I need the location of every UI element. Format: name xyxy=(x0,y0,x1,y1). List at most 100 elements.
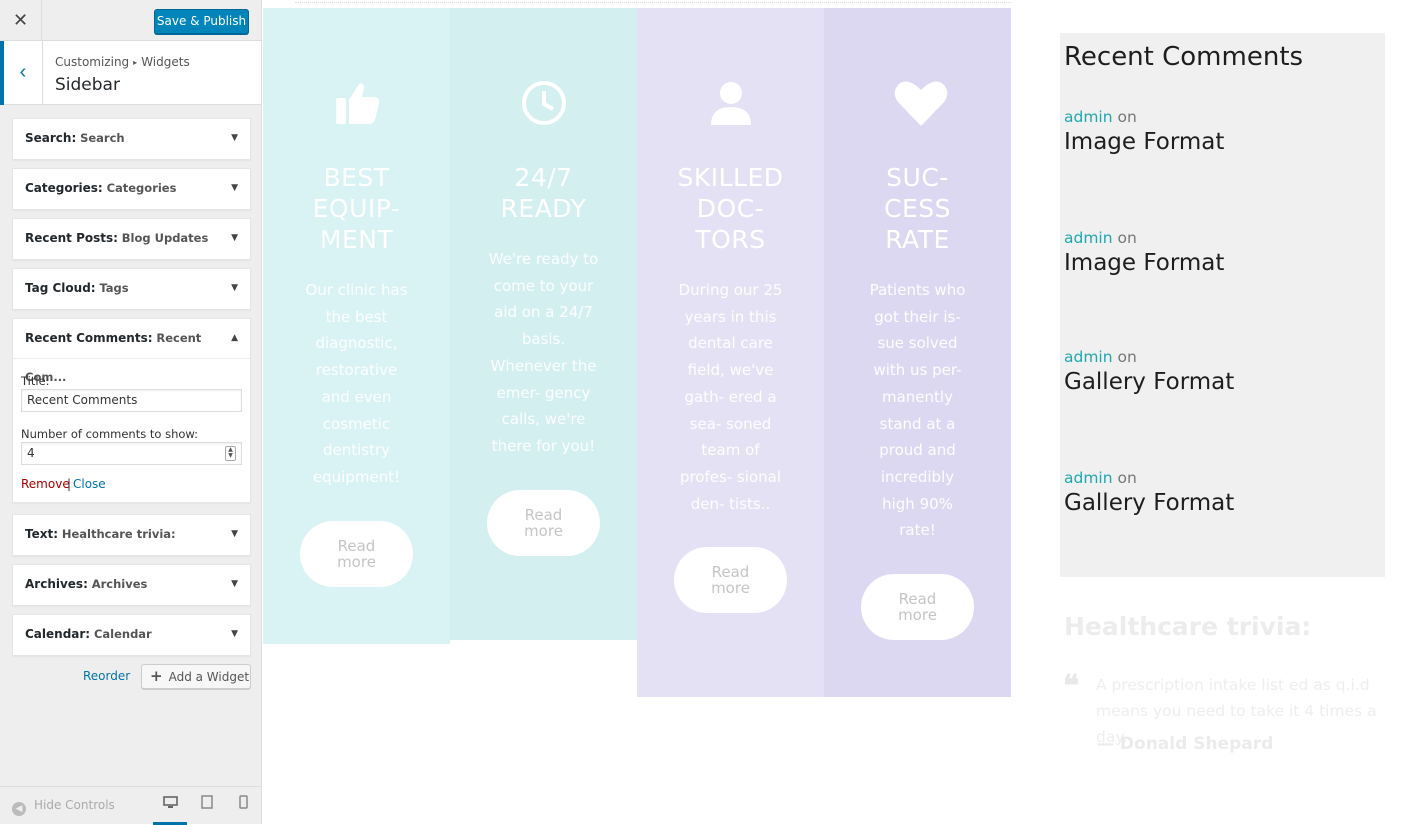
feature-column: 24/7 READY We're ready to come to your ai… xyxy=(450,8,637,640)
widget-header[interactable]: Recent Posts: Blog Updates ▼ xyxy=(13,219,250,259)
customizer-panel: ✕ Save & Publish ‹ Customizing ▸ Widgets S… xyxy=(0,0,262,825)
expand-arrow-icon[interactable]: ▼ xyxy=(231,269,238,308)
widget-title: Healthcare trivia: xyxy=(61,527,176,541)
feature-column: SUC- CESS RATE Patients who got their is- … xyxy=(824,8,1011,697)
collapse-arrow-icon[interactable]: ▲ xyxy=(231,319,238,358)
hide-controls-button[interactable]: ◀ Hide Controls xyxy=(12,798,115,816)
mobile-icon[interactable] xyxy=(226,787,260,825)
widget-calendar[interactable]: Calendar: Calendar ▼ xyxy=(12,614,251,656)
expand-arrow-icon[interactable]: ▼ xyxy=(231,615,238,654)
comment-post-link[interactable]: Image Format xyxy=(1064,129,1224,155)
widget-header[interactable]: Tag Cloud: Tags ▼ xyxy=(13,269,250,309)
desktop-icon[interactable] xyxy=(153,787,187,825)
remove-link[interactable]: Remove xyxy=(21,477,70,491)
breadcrumb: Customizing ▸ Widgets xyxy=(55,55,190,69)
read-more-button[interactable]: Read more xyxy=(300,520,413,587)
widget-type: Search: xyxy=(25,131,77,145)
widget-header[interactable]: Recent Comments: Recent Com... ▲ xyxy=(13,319,250,384)
reorder-link[interactable]: Reorder xyxy=(83,669,130,683)
comment-author-link[interactable]: admin xyxy=(1064,348,1113,366)
comment-item: admin on Gallery Format xyxy=(1064,348,1234,395)
count-input[interactable]: 4 ▲ ▼ xyxy=(21,442,242,465)
feature-text: Patients who got their is- sue solved wi… xyxy=(869,281,966,540)
thumbs-up-icon xyxy=(332,78,382,128)
widget-title: Tags xyxy=(99,281,129,295)
title-input[interactable]: Recent Comments xyxy=(21,389,242,412)
plus-icon: + xyxy=(150,667,163,685)
expand-arrow-icon[interactable]: ▼ xyxy=(231,515,238,554)
widget-type: Text: xyxy=(25,527,59,541)
comment-author-link[interactable]: admin xyxy=(1064,469,1113,487)
read-more-button[interactable]: Read more xyxy=(861,574,974,641)
customizer-footer: ◀ Hide Controls xyxy=(0,786,261,825)
comment-item: admin on Image Format xyxy=(1064,229,1224,276)
expand-arrow-icon[interactable]: ▼ xyxy=(231,565,238,604)
count-value: 4 xyxy=(27,446,35,460)
breadcrumb-root: Customizing xyxy=(55,55,130,69)
comment-on-text: on xyxy=(1117,469,1137,487)
title-label: Title: xyxy=(21,374,50,388)
comment-author-link[interactable]: admin xyxy=(1064,108,1113,126)
read-more-button[interactable]: Read more xyxy=(487,489,600,556)
feature-column: SKILLED DOC- TORS During our 25 years in t… xyxy=(637,8,824,697)
close-link[interactable]: Close xyxy=(73,477,106,491)
expand-arrow-icon[interactable]: ▼ xyxy=(231,219,238,258)
feature-text: Our clinic has the best diagnostic, rest… xyxy=(305,281,408,486)
widget-text[interactable]: Text: Healthcare trivia: ▼ xyxy=(12,514,251,556)
widget-recent-posts[interactable]: Recent Posts: Blog Updates ▼ xyxy=(12,218,251,260)
widget-type: Categories: xyxy=(25,181,103,195)
widget-type: Archives: xyxy=(25,577,88,591)
back-button[interactable]: ‹ xyxy=(0,41,43,105)
link-separator: | xyxy=(67,477,72,491)
count-label: Number of comments to show: xyxy=(21,427,199,441)
recent-comments-title: Recent Comments xyxy=(1064,42,1304,72)
widget-categories[interactable]: Categories: Categories ▼ xyxy=(12,168,251,210)
feature-title: 24/7 READY xyxy=(500,163,587,223)
heart-icon xyxy=(893,78,947,128)
feature-text: During our 25 years in this dental care … xyxy=(678,281,783,513)
collapse-icon: ◀ xyxy=(12,802,26,816)
widget-title: Search xyxy=(80,131,125,145)
widget-title: Blog Updates xyxy=(121,231,209,245)
hide-controls-label: Hide Controls xyxy=(34,798,115,812)
tablet-icon[interactable] xyxy=(190,787,224,825)
feature-title: SUC- CESS RATE xyxy=(884,163,951,254)
comment-on-text: on xyxy=(1117,348,1137,366)
widget-header[interactable]: Archives: Archives ▼ xyxy=(13,565,250,605)
widget-type: Tag Cloud: xyxy=(25,281,96,295)
feature-title: BEST EQUIP- MENT xyxy=(312,163,401,254)
expand-arrow-icon[interactable]: ▼ xyxy=(231,119,238,158)
read-more-button[interactable]: Read more xyxy=(674,547,787,614)
user-icon xyxy=(706,78,756,128)
widget-header[interactable]: Search: Search ▼ xyxy=(13,119,250,159)
widget-recent-comments[interactable]: Recent Comments: Recent Com... ▲ Title: R… xyxy=(12,318,251,503)
customizer-header: ✕ Save & Publish xyxy=(0,0,261,41)
widget-tag-cloud[interactable]: Tag Cloud: Tags ▼ xyxy=(12,268,251,310)
comment-post-link[interactable]: Image Format xyxy=(1064,250,1224,276)
add-widget-button[interactable]: + Add a Widget xyxy=(141,664,251,689)
number-spinner-icon[interactable]: ▲ ▼ xyxy=(225,446,236,461)
feature-title: SKILLED DOC- TORS xyxy=(677,163,784,254)
breadcrumb-current: Widgets xyxy=(141,55,190,69)
feature-text: We're ready to come to your aid on a 24/… xyxy=(488,250,599,455)
widget-header[interactable]: Categories: Categories ▼ xyxy=(13,169,250,209)
close-customizer-button[interactable]: ✕ xyxy=(0,0,42,41)
add-widget-label: Add a Widget xyxy=(168,670,250,684)
recent-comments-widget: Recent Comments admin on Image Format ad… xyxy=(1060,33,1385,577)
comment-post-link[interactable]: Gallery Format xyxy=(1064,369,1234,395)
feature-column: BEST EQUIP- MENT Our clinic has the best d… xyxy=(263,8,450,644)
top-divider xyxy=(295,0,1011,3)
comment-author-link[interactable]: admin xyxy=(1064,229,1113,247)
breadcrumb-separator-icon: ▸ xyxy=(133,58,138,67)
expand-arrow-icon[interactable]: ▼ xyxy=(231,169,238,208)
widget-header[interactable]: Text: Healthcare trivia: ▼ xyxy=(13,515,250,555)
widget-archives[interactable]: Archives: Archives ▼ xyxy=(12,564,251,606)
trivia-title: Healthcare trivia: xyxy=(1064,612,1312,641)
comment-post-link[interactable]: Gallery Format xyxy=(1064,490,1234,516)
widget-header[interactable]: Calendar: Calendar ▼ xyxy=(13,615,250,655)
comment-item: admin on Image Format xyxy=(1064,108,1224,155)
section-header: ‹ Customizing ▸ Widgets Sidebar xyxy=(0,41,261,105)
widget-search[interactable]: Search: Search ▼ xyxy=(12,118,251,160)
widget-type: Calendar: xyxy=(25,627,91,641)
save-publish-button[interactable]: Save & Publish xyxy=(154,9,249,34)
